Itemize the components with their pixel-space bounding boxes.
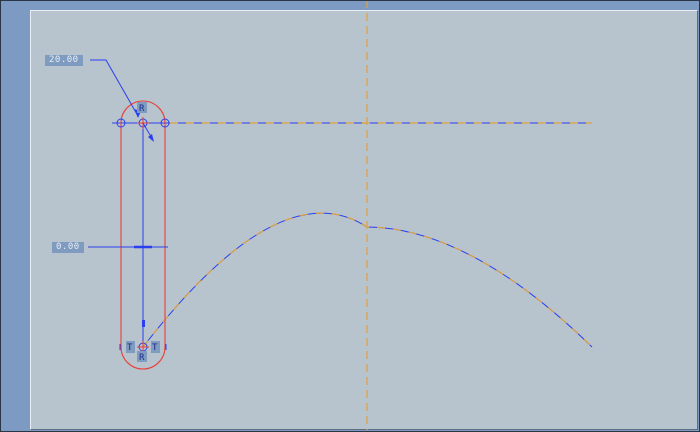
radius-top-marker[interactable]: R [139, 104, 145, 114]
dimension-20[interactable]: 20.00 [45, 55, 83, 66]
dimension-leader [90, 59, 139, 117]
sketch-geometry: R R T T [88, 0, 593, 430]
tangent-right-marker[interactable]: T [152, 343, 158, 353]
vertical-constraint-marker [142, 320, 145, 327]
tangent-left-marker[interactable]: T [127, 343, 133, 353]
radius-bottom-marker[interactable]: R [139, 353, 145, 363]
dimension-0[interactable]: 0.00 [52, 242, 84, 253]
radius-pointer-arrow [148, 134, 154, 142]
